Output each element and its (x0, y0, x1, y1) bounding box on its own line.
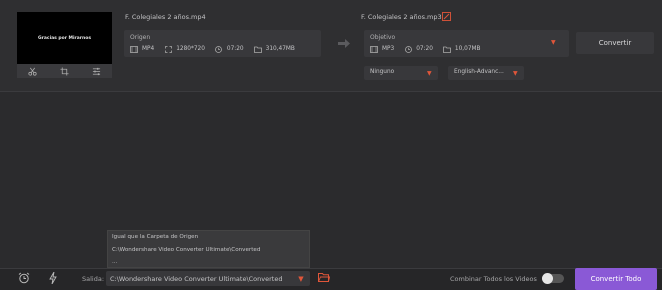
origin-format: MP4 (142, 46, 155, 52)
subtitle-select[interactable]: Ninguno ▼ (364, 66, 438, 80)
output-path-field[interactable]: C:\Wondershare Video Converter Ultimate\… (106, 271, 310, 286)
chevron-down-icon: ▼ (427, 70, 432, 77)
video-thumbnail[interactable]: Gracias por Mirarnos (17, 12, 112, 64)
toggle-knob (542, 273, 553, 284)
crop-icon[interactable] (59, 66, 69, 76)
chevron-down-icon: ▼ (551, 39, 556, 46)
output-folder-menu: Igual que la Carpeta de Origen C:\Wonder… (107, 230, 310, 268)
origin-resolution: 1280*720 (176, 46, 205, 52)
origin-size: 310,47MB (265, 46, 295, 52)
target-format-selector[interactable]: Objetivo MP3 07:20 10,07MB ▼ (364, 30, 569, 57)
convert-all-button[interactable]: Convertir Todo (575, 268, 657, 290)
resolution-icon (164, 45, 172, 53)
film-icon (130, 45, 138, 53)
adjust-effects-icon[interactable] (91, 66, 101, 76)
scissors-icon[interactable] (28, 66, 38, 76)
menu-item-browse[interactable]: ... (112, 259, 117, 265)
lightning-icon[interactable] (47, 272, 59, 284)
clock-icon (404, 45, 412, 53)
output-label: Salida: (82, 275, 105, 283)
film-icon (370, 45, 378, 53)
clock-icon (215, 45, 223, 53)
chevron-down-icon[interactable]: ▼ (296, 274, 306, 283)
audio-track-select[interactable]: English-Advanc... ▼ (448, 66, 524, 80)
target-format: MP3 (382, 46, 395, 52)
origin-duration: 07:20 (226, 46, 244, 52)
source-filename: F. Colegiales 2 años.mp4 (125, 13, 206, 21)
target-size: 10,07MB (454, 46, 481, 52)
origin-info-box: Origen MP4 1280*720 07:20 310,47MB (124, 30, 321, 57)
origin-label: Origen (130, 34, 151, 41)
thumbnail-caption: Gracias por Mirarnos (37, 35, 91, 41)
open-folder-icon[interactable] (318, 272, 331, 284)
menu-item-same-as-source[interactable]: Igual que la Carpeta de Origen (112, 234, 198, 240)
target-label: Objetivo (370, 34, 396, 41)
audio-track-select-value: English-Advanc... (454, 69, 504, 75)
alarm-clock-icon[interactable] (18, 272, 30, 284)
folder-icon (443, 45, 451, 53)
target-filename[interactable]: F. Colegiales 2 años.mp3 (361, 13, 442, 21)
combine-videos-toggle[interactable] (542, 273, 564, 284)
chevron-down-icon: ▼ (513, 70, 518, 77)
convert-button[interactable]: Convertir (576, 32, 654, 54)
menu-item-converted-folder[interactable]: C:\Wondershare Video Converter Ultimate\… (112, 247, 260, 253)
convert-arrow-icon (338, 38, 350, 51)
video-thumbnail-panel: Gracias por Mirarnos (17, 12, 112, 78)
combine-videos-label: Combinar Todos los Videos (450, 275, 537, 283)
thumbnail-toolbar (17, 64, 112, 78)
subtitle-select-value: Ninguno (370, 69, 395, 75)
edit-filename-icon[interactable] (442, 12, 451, 21)
folder-icon (253, 45, 262, 53)
target-duration: 07:20 (416, 46, 433, 52)
